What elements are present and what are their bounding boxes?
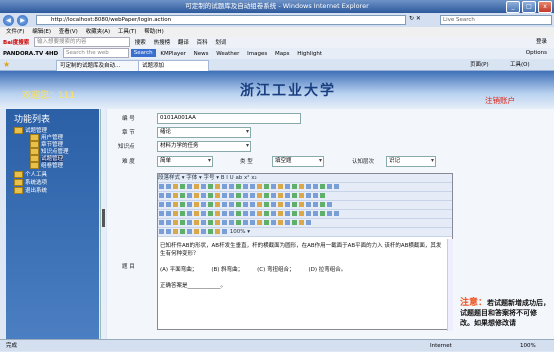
live-search-input[interactable]: Live Search xyxy=(440,15,552,25)
sidebar-item-paper-mgmt[interactable]: 组卷管理 xyxy=(30,161,63,169)
folder-icon xyxy=(14,127,23,134)
pandora-logo: PANDORA.TV 4HD xyxy=(3,50,59,57)
weather-button[interactable]: Weather xyxy=(213,49,242,60)
status-bar: 完成 Internet 100% xyxy=(0,339,554,351)
forward-button[interactable]: ▶ xyxy=(17,14,28,26)
sidebar-item-exit[interactable]: 退出系统 xyxy=(14,186,47,194)
favorites-star-icon[interactable]: ★ xyxy=(3,60,10,69)
status-text: 完成 xyxy=(6,343,18,349)
images-button[interactable]: Images xyxy=(244,49,270,60)
zone-indicator: Internet xyxy=(430,343,452,349)
question-text: 已知杆件AB的形状，AB杆发生垂直，杆的横截面为圆形，在AB作用一截面于AB平面… xyxy=(160,243,442,257)
answer-line: 正确答案是____________。 xyxy=(160,283,227,289)
baidu-toolbar: Bai度搜索 输入想要搜索的内容 搜索 热搜榜 翻译 百科 划词 登录 xyxy=(0,37,554,48)
address-input[interactable]: http://localhost:8080/webPaper/login.act… xyxy=(36,15,406,25)
chapter-select[interactable]: 绪论 xyxy=(157,127,251,138)
question-label: 题 目 xyxy=(122,264,135,270)
menu-view[interactable]: 查看(V) xyxy=(59,29,78,35)
id-field[interactable]: 0101A001AA xyxy=(157,113,301,124)
tab-bar: ★ 可定制的试题库及自动... 试题添加 页面(P) 工具(O) xyxy=(0,59,554,72)
welcome-text: 欢迎您：111 xyxy=(22,91,76,101)
window-title: 可定制的试题库及自动组卷系统 - Windows Internet Explor… xyxy=(185,2,369,10)
editor-toolbar-row-6[interactable] xyxy=(158,219,452,228)
status-zoom[interactable]: 100% xyxy=(520,340,536,352)
editor-toolbar-row-4[interactable] xyxy=(158,201,452,210)
highlight-button[interactable]: Highlight xyxy=(294,49,325,60)
difficulty-select[interactable]: 简单 xyxy=(157,156,213,167)
editor-toolbar-row-2[interactable] xyxy=(158,183,452,192)
knowledge-label: 知识点 xyxy=(118,144,135,150)
notice: 注意：若试题新增成功后，试题题目和答案将不可修改。如果想修改请 xyxy=(460,298,550,328)
baidu-logo: Bai度搜索 xyxy=(3,39,30,46)
editor-toolbar-row-7[interactable]: 100% ▾ xyxy=(158,228,452,237)
menu-bar: 文件(F) 编辑(E) 查看(V) 收藏夹(A) 工具(T) 帮助(H) xyxy=(0,27,554,37)
baidu-word-button[interactable]: 划词 xyxy=(212,38,229,49)
close-button[interactable]: x xyxy=(538,1,552,13)
panel-splitter[interactable] xyxy=(100,109,106,339)
type-select[interactable]: 填空题 xyxy=(272,156,324,167)
baidu-search-input[interactable]: 输入想要搜索的内容 xyxy=(34,37,131,47)
cognition-label: 认知层次 xyxy=(352,159,375,165)
logout-link[interactable]: 注销账户 xyxy=(485,95,515,106)
editor-content[interactable]: 已知杆件AB的形状，AB杆发生垂直，杆的横截面为圆形，在AB作用一截面于AB平面… xyxy=(160,242,445,290)
option-a: (A) 平面弯曲； xyxy=(160,267,198,273)
baidu-hot-button[interactable]: 热搜榜 xyxy=(151,38,174,49)
sidebar-item-personal-tools[interactable]: 个人工具 xyxy=(14,170,47,178)
cognition-select[interactable]: 识记 xyxy=(386,156,436,167)
baidu-search-button[interactable]: 搜索 xyxy=(132,38,149,49)
menu-help[interactable]: 帮助(H) xyxy=(144,29,163,35)
options-row: (A) 平面弯曲； (B) 斜弯曲； (C) 弯扭组合； (D) 拉弯组合。 xyxy=(160,266,445,274)
option-b: (B) 斜弯曲； xyxy=(211,267,244,273)
option-d: (D) 拉弯组合。 xyxy=(308,267,347,273)
pandora-search-button[interactable]: Search xyxy=(130,49,156,57)
difficulty-label: 难 度 xyxy=(122,159,135,165)
baidu-baike-button[interactable]: 百科 xyxy=(194,38,211,49)
menu-favorites[interactable]: 收藏夹(A) xyxy=(86,29,111,35)
zoom-select[interactable]: 100% ▾ xyxy=(228,229,250,235)
pandora-toolbar: PANDORA.TV 4HD Search the web Search KMP… xyxy=(0,48,554,59)
knowledge-select[interactable]: 材料力学的任务 xyxy=(157,141,251,152)
maps-button[interactable]: Maps xyxy=(272,49,292,60)
folder-icon xyxy=(14,179,23,186)
options-button[interactable]: Options xyxy=(523,48,550,59)
menu-tools[interactable]: 工具(T) xyxy=(118,29,137,35)
baidu-translate-button[interactable]: 翻译 xyxy=(175,38,192,49)
editor-toolbar-row-1[interactable]: 段落样式 ▾ 字体 ▾ 字号 ▾ B I U ab x² x₂ xyxy=(158,174,452,183)
tools-menu[interactable]: 工具(O) xyxy=(510,60,530,68)
sidebar-title: 功能列表 xyxy=(14,115,51,125)
maximize-button[interactable]: □ xyxy=(522,1,536,13)
notice-title: 注意： xyxy=(460,298,488,308)
kmplayer-button[interactable]: KMPlayer xyxy=(157,49,188,60)
editor-toolbar-row-3[interactable] xyxy=(158,192,452,201)
type-label: 类 型 xyxy=(240,159,253,165)
editor-scrollbar[interactable] xyxy=(447,239,453,331)
folder-icon xyxy=(14,187,23,194)
splitter-handle[interactable] xyxy=(102,209,105,227)
menu-file[interactable]: 文件(F) xyxy=(6,29,24,35)
chapter-label: 章 节 xyxy=(122,130,135,136)
id-label: 编 号 xyxy=(122,116,135,122)
folder-icon xyxy=(30,162,39,169)
menu-edit[interactable]: 编辑(E) xyxy=(32,29,51,35)
baidu-login-button[interactable]: 登录 xyxy=(533,37,550,48)
pandora-search-input[interactable]: Search the web xyxy=(62,48,129,58)
back-button[interactable]: ◀ xyxy=(3,14,14,26)
folder-icon xyxy=(14,171,23,178)
page-menu[interactable]: 页面(P) xyxy=(470,60,489,68)
refresh-stop-icons[interactable]: ↻ ✕ xyxy=(409,15,421,22)
editor-toolbar-row-5[interactable] xyxy=(158,210,452,219)
window-title-bar: 可定制的试题库及自动组卷系统 - Windows Internet Explor… xyxy=(0,0,554,13)
sidebar-item-system-options[interactable]: 系统选项 xyxy=(14,178,47,186)
news-button[interactable]: News xyxy=(191,49,212,60)
option-c: (C) 弯扭组合； xyxy=(257,267,295,273)
minimize-button[interactable]: _ xyxy=(506,1,520,13)
university-title: 浙江工业大学 xyxy=(240,83,336,99)
